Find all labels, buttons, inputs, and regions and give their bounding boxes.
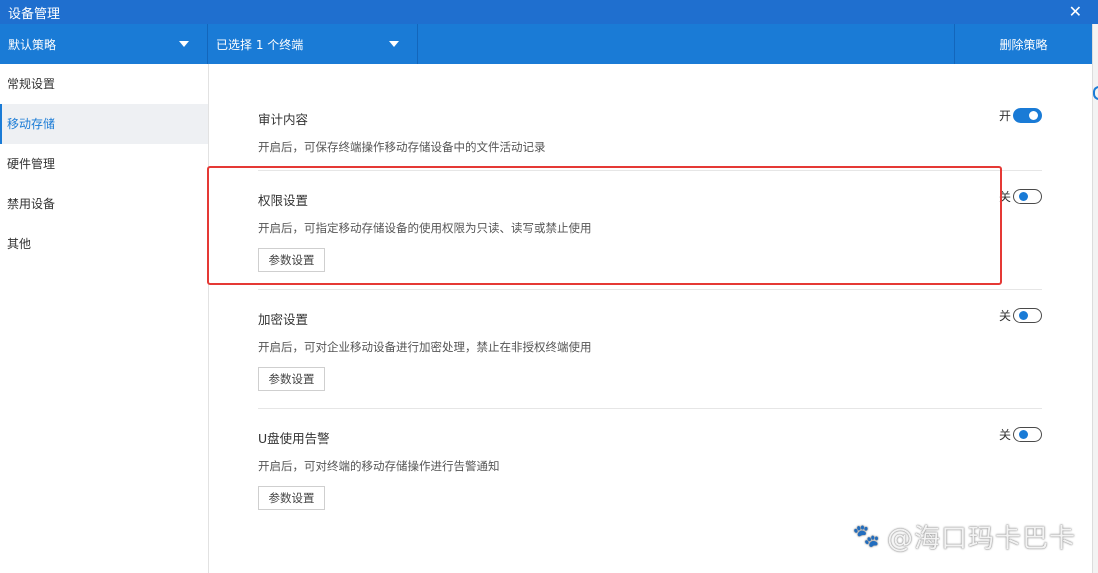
toggle-knob [1019, 311, 1028, 320]
background-window-edge [1092, 24, 1098, 573]
caret-down-icon [389, 41, 399, 47]
terminals-dropdown-label: 已选择 1 个终端 [216, 37, 304, 52]
section-description: 开启后，可对企业移动设备进行加密处理，禁止在非授权终端使用 [258, 340, 592, 354]
permission-toggle[interactable] [1013, 189, 1042, 204]
usb-alert-toggle-group: 关 [999, 426, 1042, 443]
sidebar-item-label: 其他 [7, 237, 32, 251]
sidebar-item-label: 移动存储 [7, 117, 56, 131]
toggle-knob [1019, 192, 1028, 201]
settings-sidebar: 常规设置 移动存储 硬件管理 禁用设备 其他 [0, 64, 209, 573]
sidebar-item-general[interactable]: 常规设置 [0, 64, 208, 104]
caret-down-icon [179, 41, 189, 47]
section-title: 加密设置 [258, 312, 309, 327]
window-title: 设备管理 [8, 6, 61, 22]
toggle-state-label: 开 [998, 109, 1011, 123]
section-title: 权限设置 [258, 193, 309, 208]
close-icon[interactable]: ✕ [1069, 0, 1082, 24]
usb-alert-params-button[interactable]: 参数设置 [258, 486, 325, 510]
section-title: 审计内容 [258, 112, 309, 127]
section-usb-alert: U盘使用告警 关 开启后，可对终端的移动存储操作进行告警通知 参数设置 [258, 426, 1042, 518]
sidebar-item-other[interactable]: 其他 [0, 224, 208, 264]
delete-policy-label: 删除策略 [999, 37, 1048, 52]
sidebar-item-disabled-devices[interactable]: 禁用设备 [0, 184, 208, 224]
toggle-state-label: 关 [998, 309, 1011, 323]
toggle-knob [1019, 430, 1028, 439]
section-divider [258, 289, 1042, 290]
window-titlebar: 设备管理 ✕ [0, 0, 1098, 24]
terminals-dropdown[interactable]: 已选择 1 个终端 [208, 24, 418, 64]
settings-content: 审计内容 开 开启后，可保存终端操作移动存储设备中的文件活动记录 权限设置 关 … [209, 64, 1092, 573]
toggle-knob [1029, 111, 1038, 120]
encryption-toggle[interactable] [1013, 308, 1042, 323]
policy-dropdown-label: 默认策略 [8, 37, 57, 52]
watermark-text: @海口玛卡巴卡 [886, 524, 1076, 554]
section-permission-settings: 权限设置 关 开启后，可指定移动存储设备的使用权限为只读、读写或禁止使用 参数设… [258, 188, 1042, 280]
section-encryption-settings: 加密设置 关 开启后，可对企业移动设备进行加密处理，禁止在非授权终端使用 参数设… [258, 307, 1042, 399]
toggle-state-label: 关 [998, 428, 1011, 442]
audit-toggle[interactable] [1013, 108, 1042, 123]
section-description: 开启后，可对终端的移动存储操作进行告警通知 [258, 459, 500, 473]
permission-toggle-group: 关 [999, 188, 1042, 205]
paw-icon: 🐾 [852, 524, 881, 549]
policy-toolbar: 默认策略 已选择 1 个终端 删除策略 [0, 24, 1092, 64]
watermark: 🐾 @海口玛卡巴卡 [853, 518, 1076, 555]
audit-toggle-group: 开 [999, 107, 1042, 124]
policy-dropdown[interactable]: 默认策略 [0, 24, 208, 64]
section-audit-content: 审计内容 开 开启后，可保存终端操作移动存储设备中的文件活动记录 [258, 107, 1042, 169]
section-description: 开启后，可保存终端操作移动存储设备中的文件活动记录 [258, 140, 546, 154]
sidebar-item-removable-storage[interactable]: 移动存储 [0, 104, 208, 144]
sidebar-item-label: 硬件管理 [7, 157, 56, 171]
sidebar-item-label: 禁用设备 [7, 197, 56, 211]
section-divider [258, 408, 1042, 409]
delete-policy-button[interactable]: 删除策略 [954, 24, 1092, 64]
section-description: 开启后，可指定移动存储设备的使用权限为只读、读写或禁止使用 [258, 221, 592, 235]
section-title: U盘使用告警 [258, 431, 330, 446]
encryption-toggle-group: 关 [999, 307, 1042, 324]
toggle-state-label: 关 [998, 190, 1011, 204]
usb-alert-toggle[interactable] [1013, 427, 1042, 442]
section-divider [258, 170, 1042, 171]
permission-params-button[interactable]: 参数设置 [258, 248, 325, 272]
partial-icon [1093, 86, 1098, 100]
encryption-params-button[interactable]: 参数设置 [258, 367, 325, 391]
sidebar-item-hardware[interactable]: 硬件管理 [0, 144, 208, 184]
sidebar-item-label: 常规设置 [7, 77, 56, 91]
